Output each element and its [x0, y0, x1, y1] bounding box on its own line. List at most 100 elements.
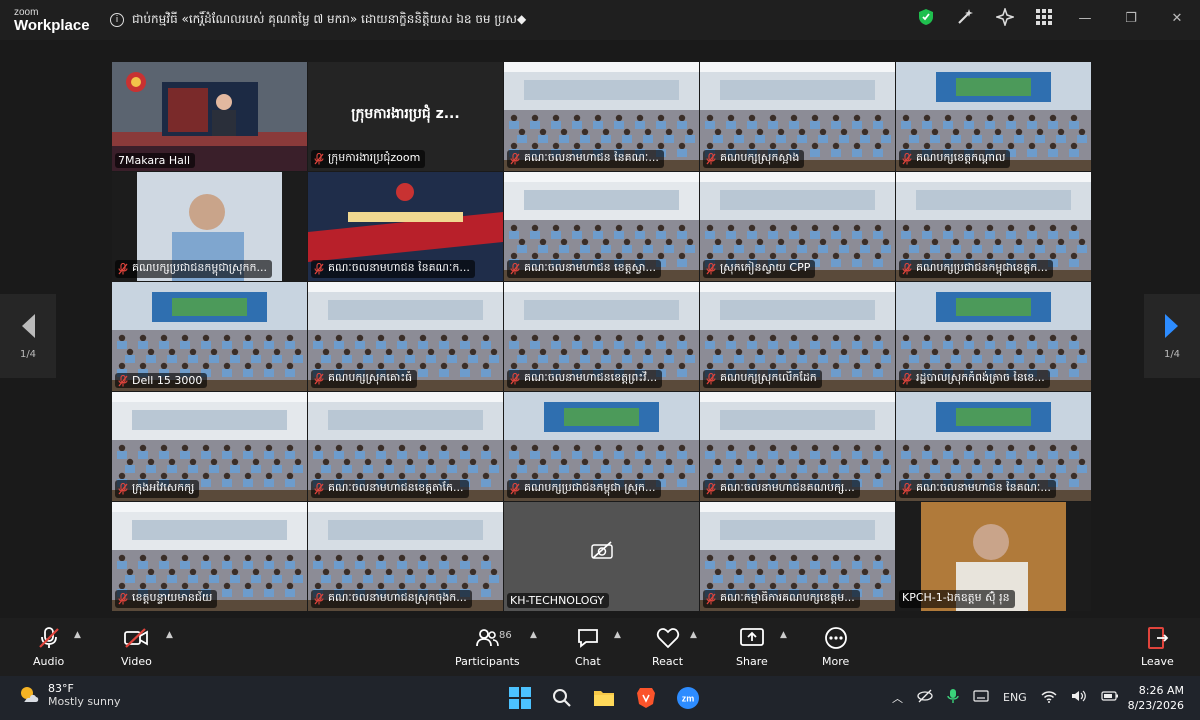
participant-tile[interactable]: គណៈចលនាមហាជន ខេត្តស្វា... [504, 172, 699, 281]
audio-button[interactable]: Audio [33, 626, 64, 668]
page-indicator-right: 1/4 [1163, 348, 1181, 360]
mic-muted-icon [706, 263, 716, 275]
participant-tile[interactable]: គណៈកម្មាធិការគណបក្សខេត្តម... [700, 502, 895, 611]
meeting-info[interactable]: i ជាប់កម្មវិធី «កេរ្តិ៍ដំណែលរបស់ គុណតម្ល… [110, 11, 870, 29]
mic-muted-icon [902, 153, 912, 165]
apps-grid-icon[interactable] [1036, 9, 1052, 25]
participant-name-tag: គណបក្សប្រជាជនកម្ពុជា ស្រុក... [507, 480, 661, 498]
participant-tile[interactable]: ក្រុងអវៃសេកក្ស [112, 392, 307, 501]
clock-time: 8:26 AM [1138, 684, 1184, 697]
chat-label: Chat [575, 655, 601, 668]
participant-name-tag: គណៈចលនាមហាជន នៃគណៈក... [311, 260, 475, 278]
participant-name: គណៈចលនាមហាជន ខេត្តស្វា... [524, 261, 657, 274]
heart-icon [656, 628, 679, 649]
participant-tile[interactable]: គណៈចលនាមហាជន នៃគណៈ... [504, 62, 699, 171]
search-icon[interactable] [548, 684, 576, 712]
participants-icon [476, 629, 500, 647]
participant-name: គណៈចលនាមហាជន នៃគណៈ... [916, 481, 1051, 494]
participant-tile[interactable]: គណៈចលនាមហាជន នៃគណៈក... [308, 172, 503, 281]
participant-tile[interactable]: គណបក្សប្រជាជនកម្ពុជាស្រុកក... [112, 172, 307, 281]
weather-widget[interactable]: 83°F Mostly sunny [18, 682, 120, 708]
participant-name-tag: រដ្ឋបាលស្រុកកំពង់ត្រាច នៃខេ... [899, 370, 1050, 388]
video-button[interactable]: Video [121, 626, 152, 668]
previous-page-button[interactable]: 1/4 [0, 294, 56, 378]
video-options-caret[interactable]: ▲ [166, 630, 173, 640]
participant-tile[interactable]: 7Makara Hall [112, 62, 307, 171]
magic-wand-icon[interactable] [956, 8, 974, 26]
participant-name: KPCH-1-ឯកឧត្តម ស៊ុំ រុន [902, 591, 1010, 604]
wifi-icon[interactable] [1041, 690, 1057, 706]
participant-name: គណបក្សខេត្តកណ្តាល [916, 151, 1006, 164]
participant-name-tag: KH-TECHNOLOGY [507, 593, 610, 608]
participant-name-tag: ខេត្តបន្ទាយមានជ័យ [115, 590, 218, 608]
participant-tile[interactable]: គណបក្សប្រជាជនកម្ពុជា ស្រុក... [504, 392, 699, 501]
eye-off-icon[interactable] [917, 689, 933, 706]
zoom-app-icon[interactable]: zm [674, 684, 702, 712]
system-clock[interactable]: 8:26 AM 8/23/2026 [1128, 683, 1184, 713]
leave-door-icon [1148, 627, 1169, 649]
mic-muted-icon [314, 593, 324, 605]
more-label: More [822, 655, 850, 668]
zoom-workplace-logo: zoom Workplace [0, 6, 110, 33]
participant-tile[interactable]: រដ្ឋបាលស្រុកកំពង់ត្រាច នៃខេ... [896, 282, 1091, 391]
microphone-icon[interactable] [947, 688, 959, 707]
mic-muted-icon [118, 483, 128, 495]
camera-off-icon [590, 541, 613, 559]
participant-name-tag: ស្រុកកៀនស្វាយ CPP [703, 260, 816, 278]
share-screen-icon [739, 628, 764, 646]
sparkle-icon[interactable] [996, 8, 1014, 26]
leave-button[interactable]: Leave [1141, 626, 1174, 668]
participant-name: ខេត្តបន្ទាយមានជ័យ [132, 591, 213, 604]
participant-tile[interactable]: គណៈចលនាមហាជន នៃគណៈ... [896, 392, 1091, 501]
participant-tile[interactable]: គណបក្សស្រុកលើកដែក [700, 282, 895, 391]
maximize-button[interactable]: ❐ [1108, 0, 1154, 36]
participant-tile[interactable]: ខេត្តបន្ទាយមានជ័យ [112, 502, 307, 611]
minimize-button[interactable]: — [1062, 0, 1108, 36]
battery-icon[interactable] [1101, 691, 1119, 704]
participants-options-caret[interactable]: ▲ [530, 630, 537, 640]
file-explorer-icon[interactable] [590, 684, 618, 712]
language-indicator[interactable]: ENG [1003, 691, 1027, 704]
os-taskbar: 83°F Mostly sunny zm ︿ ENG 8:26 AM 8/23/… [0, 676, 1200, 720]
more-button[interactable]: More [822, 626, 849, 668]
shield-icon[interactable] [918, 8, 934, 26]
react-button[interactable]: React [652, 626, 683, 668]
brave-browser-icon[interactable] [632, 684, 660, 712]
participant-tile[interactable]: Dell 15 3000 [112, 282, 307, 391]
participant-tile[interactable]: គណបក្សប្រជាជនកម្ពុជាខេត្តក... [896, 172, 1091, 281]
participant-tile[interactable]: គណៈចលនាមហាជនខេត្តព្រះវិ... [504, 282, 699, 391]
gallery-view: 7Makara Hall ក្រុមការងារប្រជុំ z... ក្រុមក… [0, 40, 1200, 618]
info-icon[interactable]: i [110, 13, 124, 27]
mic-muted-icon [510, 373, 520, 385]
audio-options-caret[interactable]: ▲ [74, 630, 81, 640]
share-button[interactable]: Share [736, 626, 768, 668]
share-options-caret[interactable]: ▲ [780, 630, 787, 640]
participant-name: គណបក្សប្រជាជនកម្ពុជាស្រុកក... [132, 261, 267, 274]
participant-tile[interactable]: KH-TECHNOLOGY [504, 502, 699, 611]
close-window-button[interactable]: ✕ [1154, 0, 1200, 36]
mic-muted-icon [902, 483, 912, 495]
participant-tile[interactable]: គណៈចលនាមហាជនស្រុកចុងក... [308, 502, 503, 611]
participant-tile[interactable]: គណៈចលនាមហាជនខេត្តតាកែ... [308, 392, 503, 501]
participant-tile[interactable]: គណបក្សស្រុកស្អាង [700, 62, 895, 171]
chat-options-caret[interactable]: ▲ [614, 630, 621, 640]
participant-name: គណៈចលនាមហាជនខេត្តតាកែ... [328, 481, 464, 494]
participant-tile[interactable]: គណបក្សខេត្តកណ្តាល [896, 62, 1091, 171]
chat-button[interactable]: Chat [575, 626, 601, 668]
participant-tile[interactable]: ស្រុកកៀនស្វាយ CPP [700, 172, 895, 281]
windows-start-icon[interactable] [506, 684, 534, 712]
keyboard-icon[interactable] [973, 690, 989, 705]
participant-name: 7Makara Hall [118, 154, 191, 167]
participant-tile[interactable]: គណបក្សស្រុកគោះធំ [308, 282, 503, 391]
mic-muted-icon [118, 263, 128, 275]
chevron-up-icon[interactable]: ︿ [892, 690, 903, 706]
participant-name: គណបក្សស្រុកគោះធំ [328, 371, 413, 384]
next-page-button[interactable]: 1/4 [1144, 294, 1200, 378]
brand-top: zoom [14, 6, 39, 18]
participant-tile[interactable]: KPCH-1-ឯកឧត្តម ស៊ុំ រុន [896, 502, 1091, 611]
speaker-icon[interactable] [1071, 689, 1087, 706]
react-options-caret[interactable]: ▲ [690, 630, 697, 640]
participant-name-tag: 7Makara Hall [115, 153, 196, 168]
participant-tile[interactable]: ក្រុមការងារប្រជុំ z... ក្រុមការងារប្រជុំz… [308, 62, 503, 171]
participant-tile[interactable]: គណៈចលនាមហាជនគណបក្ស... [700, 392, 895, 501]
